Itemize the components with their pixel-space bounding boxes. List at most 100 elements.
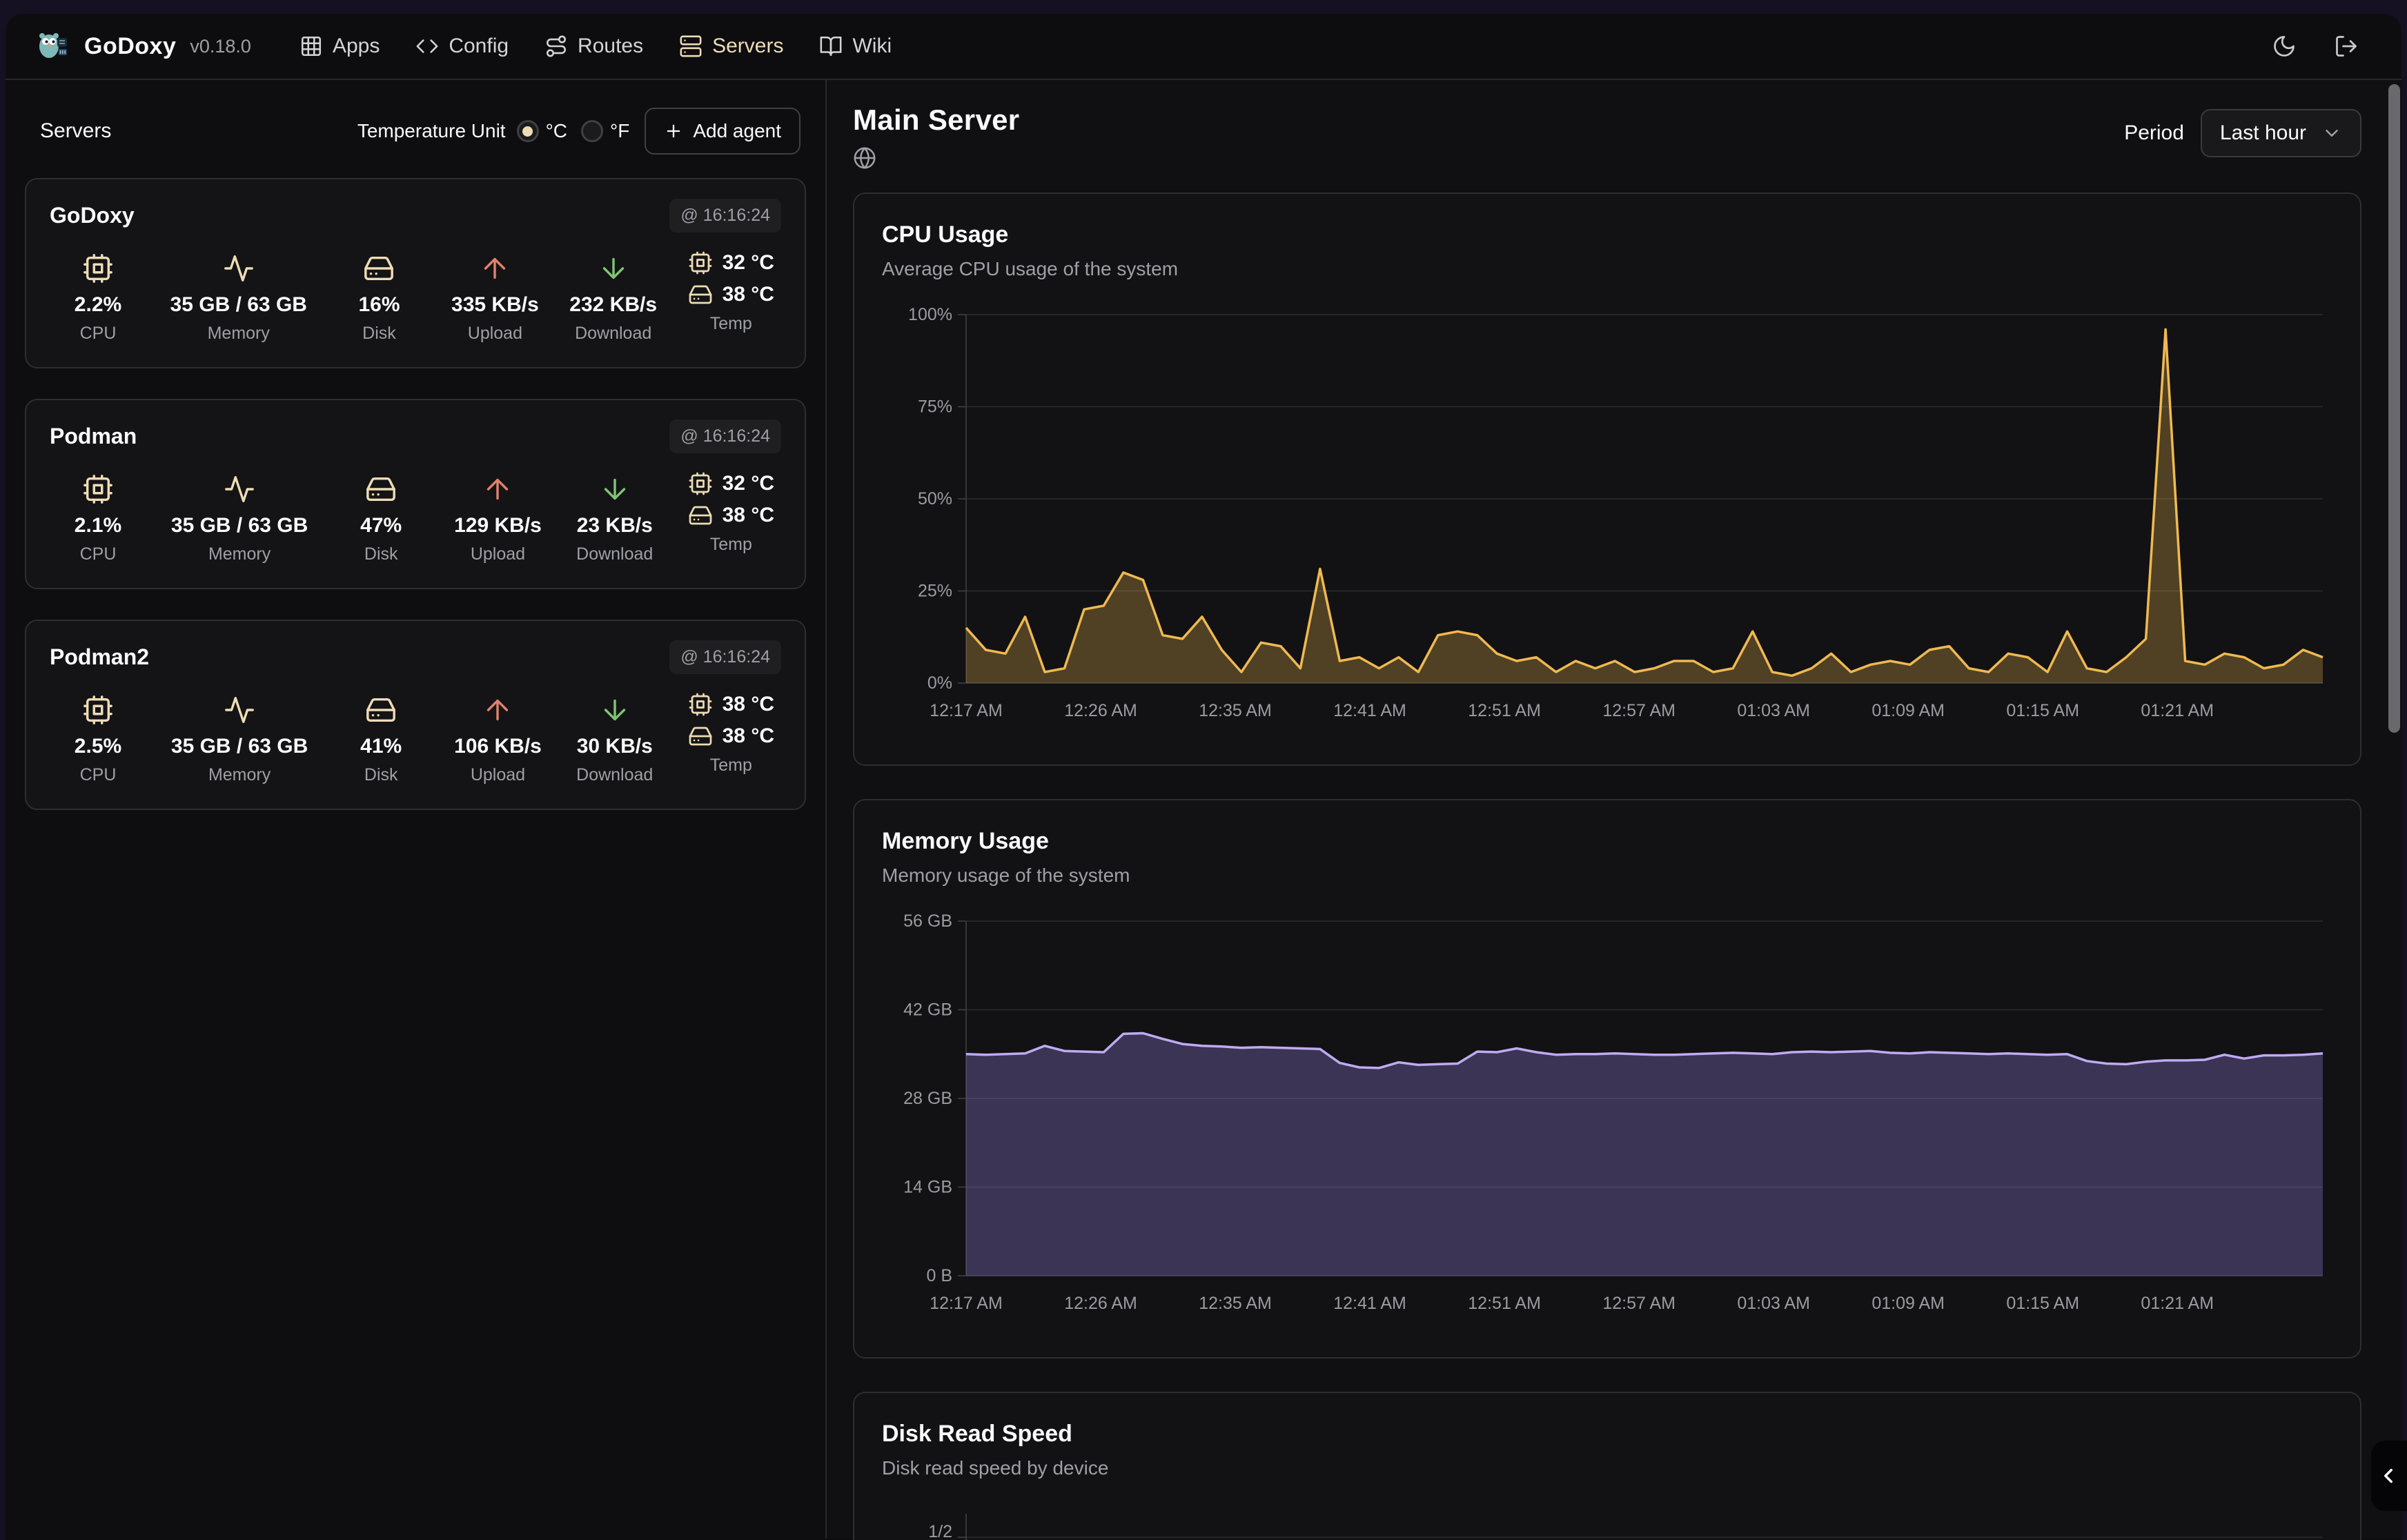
cpu-chip-icon bbox=[82, 473, 114, 505]
stat-value: 35 GB / 63 GB bbox=[170, 293, 307, 317]
stat-label: Upload bbox=[468, 324, 522, 344]
svg-text:01:03 AM: 01:03 AM bbox=[1737, 701, 1810, 720]
svg-text:01:21 AM: 01:21 AM bbox=[2141, 701, 2214, 720]
server-timestamp: @ 16:16:24 bbox=[669, 640, 781, 674]
svg-text:12:26 AM: 12:26 AM bbox=[1064, 701, 1137, 720]
arrow-up-icon bbox=[479, 253, 511, 284]
chart-title: Memory Usage bbox=[882, 828, 2332, 855]
content: Servers Temperature Unit °C°F Add agent … bbox=[6, 80, 2401, 1539]
cpu-chip-icon bbox=[688, 471, 713, 496]
logout-icon[interactable] bbox=[2334, 34, 2359, 59]
stat-cpu: 2.1%CPU bbox=[57, 471, 139, 564]
stat-value: 41% bbox=[360, 735, 402, 758]
temperature-unit-group: Temperature Unit °C °F bbox=[357, 120, 630, 142]
server-card-godoxy[interactable]: GoDoxy@ 16:16:242.2%CPU35 GB / 63 GBMemo… bbox=[25, 178, 806, 368]
scrollbar-thumb[interactable] bbox=[2388, 84, 2400, 733]
period-value: Last hour bbox=[2220, 121, 2306, 145]
cpu-chip-icon bbox=[688, 692, 713, 717]
nav-item-label: Routes bbox=[578, 34, 643, 58]
temp-value: 32 °C bbox=[723, 472, 774, 495]
svg-text:0 B: 0 B bbox=[926, 1266, 952, 1285]
stat-label: Temp bbox=[710, 535, 752, 555]
theme-toggle-moon-icon[interactable] bbox=[2272, 34, 2297, 59]
nav-item-label: Wiki bbox=[852, 34, 892, 58]
stat-value: 47% bbox=[360, 514, 402, 537]
svg-text:12:17 AM: 12:17 AM bbox=[930, 1294, 1003, 1313]
server-timestamp: @ 16:16:24 bbox=[669, 199, 781, 233]
nav-item-servers[interactable]: Servers bbox=[679, 34, 783, 58]
hard-drive-icon bbox=[688, 282, 713, 307]
book-open-icon bbox=[819, 34, 843, 58]
code-icon bbox=[415, 34, 439, 58]
stat-label: Temp bbox=[710, 756, 752, 776]
navbar: GoDoxy v0.18.0 Apps Config Routes Servers Wi… bbox=[6, 14, 2401, 80]
sidebar-header: Servers Temperature Unit °C °F Add agent bbox=[25, 80, 806, 178]
temperature-unit-option-fahrenheit[interactable]: °F bbox=[581, 120, 629, 142]
stat-label: Download bbox=[576, 765, 653, 785]
nav-item-routes[interactable]: Routes bbox=[544, 34, 643, 58]
server-name: Podman bbox=[50, 424, 669, 449]
stat-disk: 16%Disk bbox=[337, 250, 420, 344]
temp-value: 38 °C bbox=[723, 283, 774, 306]
add-agent-button[interactable]: Add agent bbox=[645, 108, 800, 155]
svg-text:01:15 AM: 01:15 AM bbox=[2006, 1294, 2079, 1313]
stat-value: 129 KB/s bbox=[454, 514, 542, 537]
period-select[interactable]: Last hour bbox=[2201, 109, 2361, 157]
grid-icon bbox=[299, 34, 323, 58]
server-card-podman2[interactable]: Podman2@ 16:16:242.5%CPU35 GB / 63 GBMem… bbox=[25, 620, 806, 810]
stat-disk: 41%Disk bbox=[340, 692, 422, 785]
nav-menu: Apps Config Routes Servers Wiki bbox=[299, 34, 2272, 58]
activity-icon bbox=[224, 473, 255, 505]
stat-label: CPU bbox=[80, 765, 117, 785]
chart-subtitle: Memory usage of the system bbox=[882, 865, 2332, 887]
hard-drive-icon bbox=[365, 694, 397, 726]
chart-title: Disk Read Speed bbox=[882, 1421, 2332, 1448]
chart-plot: 0 B14 GB28 GB42 GB56 GB12:17 AM12:26 AM1… bbox=[882, 910, 2332, 1338]
arrow-up-icon bbox=[482, 694, 513, 726]
svg-text:42 GB: 42 GB bbox=[903, 1000, 952, 1020]
sidebar-title: Servers bbox=[40, 119, 357, 143]
svg-text:12:41 AM: 12:41 AM bbox=[1333, 701, 1406, 720]
temperature-unit-option-celsius[interactable]: °C bbox=[517, 120, 567, 142]
stat-label: Upload bbox=[471, 544, 525, 564]
svg-text:01:15 AM: 01:15 AM bbox=[2006, 701, 2079, 720]
server-timestamp: @ 16:16:24 bbox=[669, 419, 781, 453]
stat-label: Disk bbox=[362, 324, 396, 344]
stat-memory: 35 GB / 63 GBMemory bbox=[171, 471, 308, 564]
radio-icon[interactable] bbox=[581, 120, 603, 142]
arrow-up-icon bbox=[482, 473, 513, 505]
svg-text:56 GB: 56 GB bbox=[903, 911, 952, 931]
server-card-podman[interactable]: Podman@ 16:16:24 2.1%CPU 35 GB / 63 GBMemo… bbox=[25, 399, 806, 589]
nav-item-wiki[interactable]: Wiki bbox=[819, 34, 892, 58]
chart-subtitle: Disk read speed by device bbox=[882, 1457, 2332, 1479]
chart-plot: 0%25%50%75%100%12:17 AM12:26 AM12:35 AM1… bbox=[882, 304, 2332, 745]
main-scrollbar bbox=[2388, 83, 2400, 1532]
app-window: GoDoxy v0.18.0 Apps Config Routes Servers Wi… bbox=[6, 14, 2401, 1540]
arrow-down-icon bbox=[599, 473, 631, 505]
svg-text:12:41 AM: 12:41 AM bbox=[1333, 1294, 1406, 1313]
nav-item-label: Servers bbox=[712, 34, 783, 58]
arrow-down-icon bbox=[599, 694, 631, 726]
stat-label: Upload bbox=[471, 765, 525, 785]
drawer-handle[interactable] bbox=[2371, 1441, 2407, 1511]
stat-label: Disk bbox=[364, 544, 398, 564]
nav-item-apps[interactable]: Apps bbox=[299, 34, 380, 58]
server-card-list: GoDoxy@ 16:16:242.2%CPU35 GB / 63 GBMemo… bbox=[25, 178, 806, 810]
stat-memory: 35 GB / 63 GB Memory bbox=[170, 250, 307, 344]
svg-text:12:35 AM: 12:35 AM bbox=[1199, 701, 1272, 720]
stat-value: 2.5% bbox=[75, 735, 121, 758]
brand-name: GoDoxy bbox=[84, 33, 176, 60]
temperature-unit-label: Temperature Unit bbox=[357, 120, 506, 142]
brand-version: v0.18.0 bbox=[190, 36, 251, 57]
stat-temp: 38 °C38 °CTemp bbox=[688, 692, 774, 785]
add-agent-label: Add agent bbox=[693, 120, 781, 142]
radio-icon[interactable] bbox=[517, 120, 539, 142]
stat-label: CPU bbox=[80, 544, 117, 564]
stat-value: 106 KB/s bbox=[454, 735, 542, 758]
activity-icon bbox=[224, 694, 255, 726]
svg-text:1/2MB/s: 1/2MB/s bbox=[913, 1522, 952, 1540]
nav-item-config[interactable]: Config bbox=[415, 34, 509, 58]
page-title: Main Server bbox=[853, 103, 2124, 137]
stat-label: Memory bbox=[208, 324, 270, 344]
server-name: Podman2 bbox=[50, 644, 669, 670]
